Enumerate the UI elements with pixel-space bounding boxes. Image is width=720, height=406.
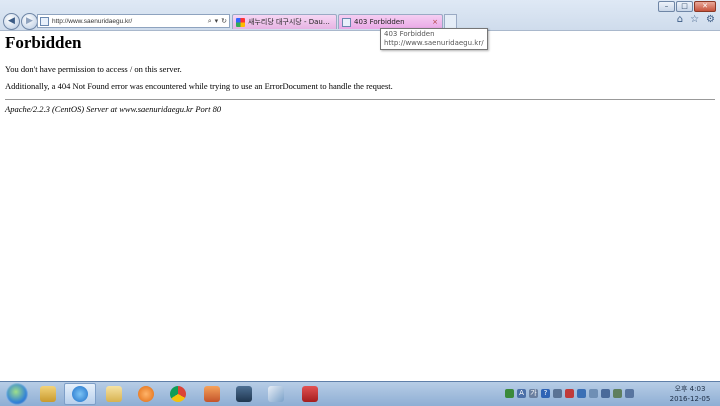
- start-button[interactable]: [6, 383, 28, 405]
- page-content: Forbidden You don't have permission to a…: [5, 33, 716, 114]
- media-player-icon[interactable]: [130, 383, 162, 405]
- back-button[interactable]: ◀: [3, 13, 20, 30]
- favorites-star-icon[interactable]: ☆: [690, 15, 699, 25]
- address-tools: ⌕ ▾ ↻: [208, 15, 227, 27]
- daum-icon: [236, 17, 245, 27]
- address-bar[interactable]: ⌕ ▾ ↻: [37, 14, 230, 28]
- window-controls: – □ ✕: [658, 1, 716, 12]
- folder-icon[interactable]: [98, 383, 130, 405]
- internet-explorer-icon[interactable]: [64, 383, 96, 405]
- toolbar-icons: ⌂ ☆ ⚙: [677, 15, 715, 25]
- error-message: You don't have permission to access / on…: [5, 64, 182, 74]
- clock[interactable]: 오후 4:03 2016-12-05: [666, 384, 714, 404]
- alert-icon[interactable]: [565, 388, 574, 398]
- settings-gear-icon[interactable]: ⚙: [706, 15, 715, 25]
- ime-icon[interactable]: A: [517, 388, 526, 398]
- volume-icon[interactable]: [625, 388, 634, 398]
- page-icon: [342, 17, 351, 27]
- minimize-button[interactable]: –: [658, 1, 675, 12]
- settings-icon[interactable]: [553, 388, 562, 398]
- tab-label: 새누리당 대구시당 - Daum ...: [248, 18, 336, 26]
- page-icon: [40, 17, 49, 26]
- tooltip-url: http://www.saenuridaegu.kr/: [384, 39, 484, 47]
- language-icon[interactable]: 가: [529, 388, 538, 398]
- back-arrow-icon: ◀: [8, 16, 15, 26]
- additional-message: Additionally, a 404 Not Found error was …: [5, 81, 393, 91]
- close-window-button[interactable]: ✕: [694, 1, 716, 12]
- maximize-button[interactable]: □: [676, 1, 693, 12]
- url-input[interactable]: [52, 16, 192, 26]
- taskbar: A 가 ? 오후 4:03 2016-12-05: [0, 381, 720, 406]
- app-icon[interactable]: [196, 383, 228, 405]
- tooltip-title: 403 Forbidden: [384, 30, 435, 38]
- clock-time: 오후 4:03: [674, 385, 706, 393]
- tab-tooltip: 403 Forbidden http://www.saenuridaegu.kr…: [380, 28, 488, 50]
- refresh-icon[interactable]: ↻: [221, 17, 227, 25]
- app-red-icon[interactable]: [294, 383, 326, 405]
- close-tab-icon[interactable]: ×: [432, 18, 438, 26]
- help-icon[interactable]: ?: [541, 388, 550, 398]
- file-explorer-icon[interactable]: [32, 383, 64, 405]
- tab-forbidden[interactable]: 403 Forbidden ×: [338, 14, 443, 29]
- system-tray: A 가 ?: [505, 386, 665, 400]
- shield-icon[interactable]: [577, 388, 586, 398]
- page-heading: Forbidden: [5, 33, 82, 52]
- server-signature: Apache/2.2.3 (CentOS) Server at www.saen…: [5, 104, 222, 114]
- divider: [5, 99, 715, 100]
- forward-button[interactable]: ▶: [21, 13, 38, 30]
- tab-label: 403 Forbidden: [354, 18, 405, 26]
- flag-icon[interactable]: [589, 388, 598, 398]
- home-icon[interactable]: ⌂: [677, 15, 683, 25]
- network-icon[interactable]: [505, 388, 514, 398]
- new-tab-button[interactable]: [444, 14, 457, 29]
- search-icon[interactable]: ⌕: [208, 17, 212, 26]
- tab-daum[interactable]: 새누리당 대구시당 - Daum ...: [232, 14, 337, 29]
- window-icon[interactable]: [228, 383, 260, 405]
- display-icon[interactable]: [601, 388, 610, 398]
- clock-date: 2016-12-05: [669, 395, 711, 403]
- chrome-icon[interactable]: [162, 383, 194, 405]
- browser-chrome: – □ ✕ ◀ ▶ ⌕ ▾ ↻ 새누리당 대구시당 - Daum ... 403…: [0, 0, 720, 31]
- dropdown-icon[interactable]: ▾: [215, 17, 219, 25]
- battery-icon[interactable]: [613, 388, 622, 398]
- notepad-icon[interactable]: [260, 383, 292, 405]
- forward-arrow-icon: ▶: [26, 16, 33, 26]
